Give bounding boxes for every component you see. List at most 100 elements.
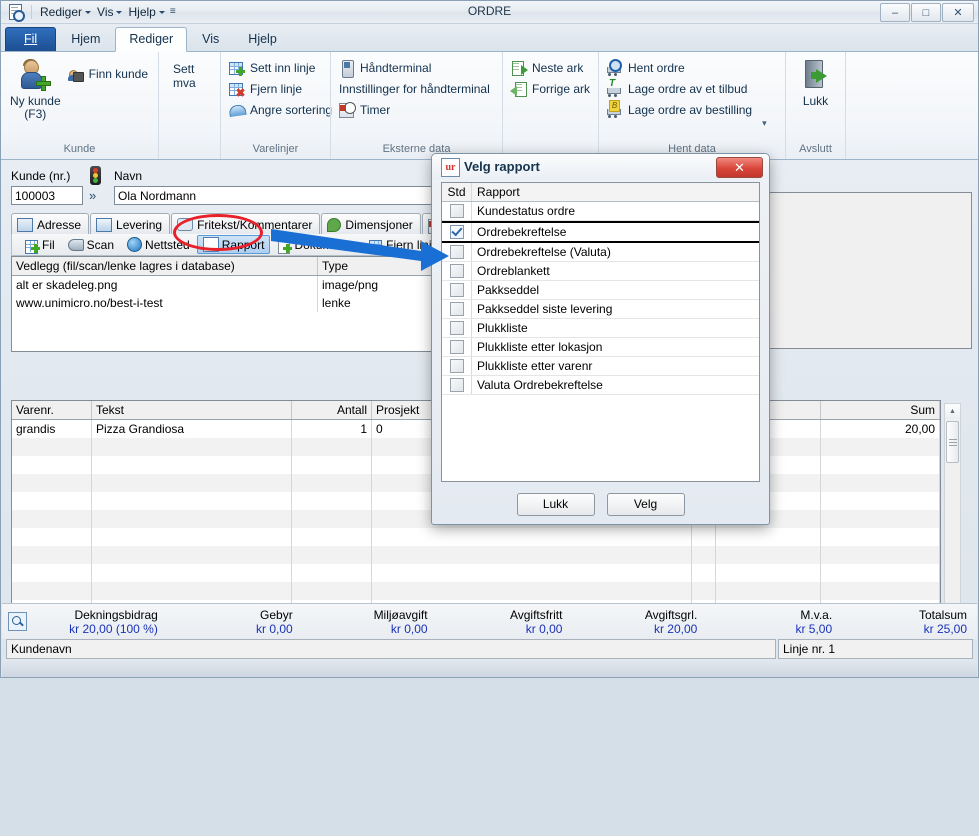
ribbon: Ny kunde (F3) Finn kunde Kunde Sett mva xyxy=(1,52,978,160)
form-tab-adresse[interactable]: Adresse xyxy=(11,213,89,235)
ribbon-tab-vis[interactable]: Vis xyxy=(188,27,233,51)
ribbon-tab-strip: Fil Hjem Rediger Vis Hjelp xyxy=(1,24,978,52)
attach-document-button[interactable]: Dokument xyxy=(271,235,355,254)
table-row[interactable] xyxy=(12,564,940,582)
list-item-selected[interactable]: Ordrebekreftelse xyxy=(442,221,759,243)
handheld-settings-button[interactable]: Innstillinger for håndterminal xyxy=(337,79,494,99)
report-label-6: Plukkliste xyxy=(472,319,759,337)
ribbon-tab-rediger[interactable]: Rediger xyxy=(115,27,187,52)
table-row[interactable] xyxy=(12,528,940,546)
dialog-close-button[interactable]: ✕ xyxy=(716,157,763,178)
maximize-button[interactable]: □ xyxy=(911,3,941,22)
list-item[interactable]: Kundestatus ordre xyxy=(442,202,759,221)
list-item[interactable]: Valuta Ordrebekreftelse xyxy=(442,376,759,395)
form-tab-levering-label: Levering xyxy=(116,218,162,232)
report-label-1: Ordrebekreftelse xyxy=(472,223,759,241)
report-label-2: Ordrebekreftelse (Valuta) xyxy=(472,243,759,261)
get-order-button[interactable]: Hent ordre xyxy=(605,58,756,78)
report-checkbox-2[interactable] xyxy=(442,243,472,261)
attach-website-button[interactable]: Nettsted xyxy=(121,235,196,254)
report-checkbox-4[interactable] xyxy=(442,281,472,299)
customer-number-input[interactable]: 100003 xyxy=(11,186,83,205)
insert-row-icon xyxy=(229,60,245,76)
report-checkbox-8[interactable] xyxy=(442,357,472,375)
report-checkbox-0[interactable] xyxy=(442,202,472,220)
report-label-0: Kundestatus ordre xyxy=(472,202,759,220)
form-tab-fritekst[interactable]: Fritekst/Kommentarer xyxy=(171,213,320,235)
address-card-icon xyxy=(17,218,33,232)
list-item[interactable]: Plukkliste etter varenr xyxy=(442,357,759,376)
find-customer-label: Finn kunde xyxy=(89,67,148,81)
attach-file-button[interactable]: Fil xyxy=(19,235,61,254)
report-label-9: Valuta Ordrebekreftelse xyxy=(472,376,759,394)
minimize-button[interactable]: – xyxy=(880,3,910,22)
lines-grid-scrollbar[interactable]: ▲ ▼ xyxy=(944,403,961,631)
report-checkbox-5[interactable] xyxy=(442,300,472,318)
report-checkbox-7[interactable] xyxy=(442,338,472,356)
dialog-velg-button[interactable]: Velg xyxy=(607,493,685,516)
order-from-purchase-icon: B xyxy=(607,102,623,118)
next-sheet-button[interactable]: Neste ark xyxy=(509,58,594,78)
report-checkbox-3[interactable] xyxy=(442,262,472,280)
new-customer-icon xyxy=(18,59,52,93)
previous-sheet-button[interactable]: Forrige ark xyxy=(509,79,594,99)
dialog-title-bar: ur Velg rapport ✕ xyxy=(432,154,769,180)
attach-report-button[interactable]: Rapport xyxy=(197,235,271,254)
list-item[interactable]: Ordrebekreftelse (Valuta) xyxy=(442,243,759,262)
report-list[interactable]: Std Rapport Kundestatus ordre Ordrebekre… xyxy=(441,182,760,482)
dialog-lukk-button[interactable]: Lukk xyxy=(517,493,595,516)
ribbon-group-label-avslutt: Avslutt xyxy=(792,143,839,159)
list-item[interactable]: Pakkseddel siste levering xyxy=(442,300,759,319)
summary-title-6: Totalsum xyxy=(842,608,967,622)
list-item[interactable]: Plukkliste xyxy=(442,319,759,338)
magnify-icon[interactable] xyxy=(8,612,27,631)
table-row[interactable] xyxy=(12,582,940,600)
order-from-quote-button[interactable]: T Lage ordre av et tilbud xyxy=(605,79,756,99)
lines-col-antall: Antall xyxy=(292,401,372,419)
report-checkbox-1[interactable] xyxy=(442,223,472,241)
list-item[interactable]: Pakkseddel xyxy=(442,281,759,300)
attach-delete-row-button[interactable]: Fjern linje xyxy=(363,235,436,254)
close-order-button[interactable]: Lukk xyxy=(792,56,839,108)
pin-icon xyxy=(327,218,341,232)
previous-sheet-icon xyxy=(511,81,527,97)
timer-button[interactable]: Timer xyxy=(337,100,494,120)
lines-col-tekst: Tekst xyxy=(92,401,292,419)
list-item[interactable]: Ordreblankett xyxy=(442,262,759,281)
ribbon-tab-hjelp[interactable]: Hjelp xyxy=(234,27,291,51)
new-customer-button[interactable]: Ny kunde (F3) xyxy=(7,56,64,121)
undo-sort-button[interactable]: Angre sortering xyxy=(227,100,336,120)
close-order-label: Lukk xyxy=(803,95,828,108)
file-add-icon xyxy=(25,238,39,252)
insert-row-button[interactable]: Sett inn linje xyxy=(227,58,336,78)
list-item[interactable]: Plukkliste etter lokasjon xyxy=(442,338,759,357)
scrollbar-thumb[interactable] xyxy=(946,421,959,463)
summary-value-0: kr 20,00 (100 %) xyxy=(33,622,158,636)
report-col-rapport: Rapport xyxy=(472,183,759,201)
get-order-icon xyxy=(607,60,623,76)
delete-row-icon xyxy=(229,81,245,97)
report-checkbox-6[interactable] xyxy=(442,319,472,337)
ribbon-tab-hjem[interactable]: Hjem xyxy=(57,27,114,51)
customer-lookup-button[interactable]: » xyxy=(89,188,96,203)
form-tab-dimensjoner[interactable]: Dimensjoner xyxy=(321,213,420,235)
dialog-footer: Lukk Velg xyxy=(432,484,769,524)
ribbon-tab-fil[interactable]: Fil xyxy=(5,27,56,51)
table-row[interactable] xyxy=(12,546,940,564)
scroll-up-arrow-icon[interactable]: ▲ xyxy=(945,404,960,419)
customer-number-label: Kunde (nr.) xyxy=(11,169,70,183)
timer-label: Timer xyxy=(360,103,390,117)
report-checkbox-9[interactable] xyxy=(442,376,472,394)
ribbon-group-label-mva xyxy=(165,155,214,159)
form-tab-levering[interactable]: Levering xyxy=(90,213,170,235)
set-vat-button[interactable]: Sett mva xyxy=(165,56,214,90)
summary-value-5: kr 5,00 xyxy=(707,622,832,636)
handheld-terminal-button[interactable]: Håndterminal xyxy=(337,58,494,78)
close-button[interactable]: ✕ xyxy=(942,3,974,22)
order-from-purchase-button[interactable]: B Lage ordre av bestilling xyxy=(605,100,756,120)
form-tabs: Adresse Levering Fritekst/Kommentarer Di… xyxy=(11,213,436,235)
attach-scan-button[interactable]: Scan xyxy=(62,235,120,254)
hent-data-expander-icon[interactable]: ▾ xyxy=(762,118,767,129)
delete-row-button[interactable]: Fjern linje xyxy=(227,79,336,99)
find-customer-button[interactable]: Finn kunde xyxy=(66,64,152,84)
